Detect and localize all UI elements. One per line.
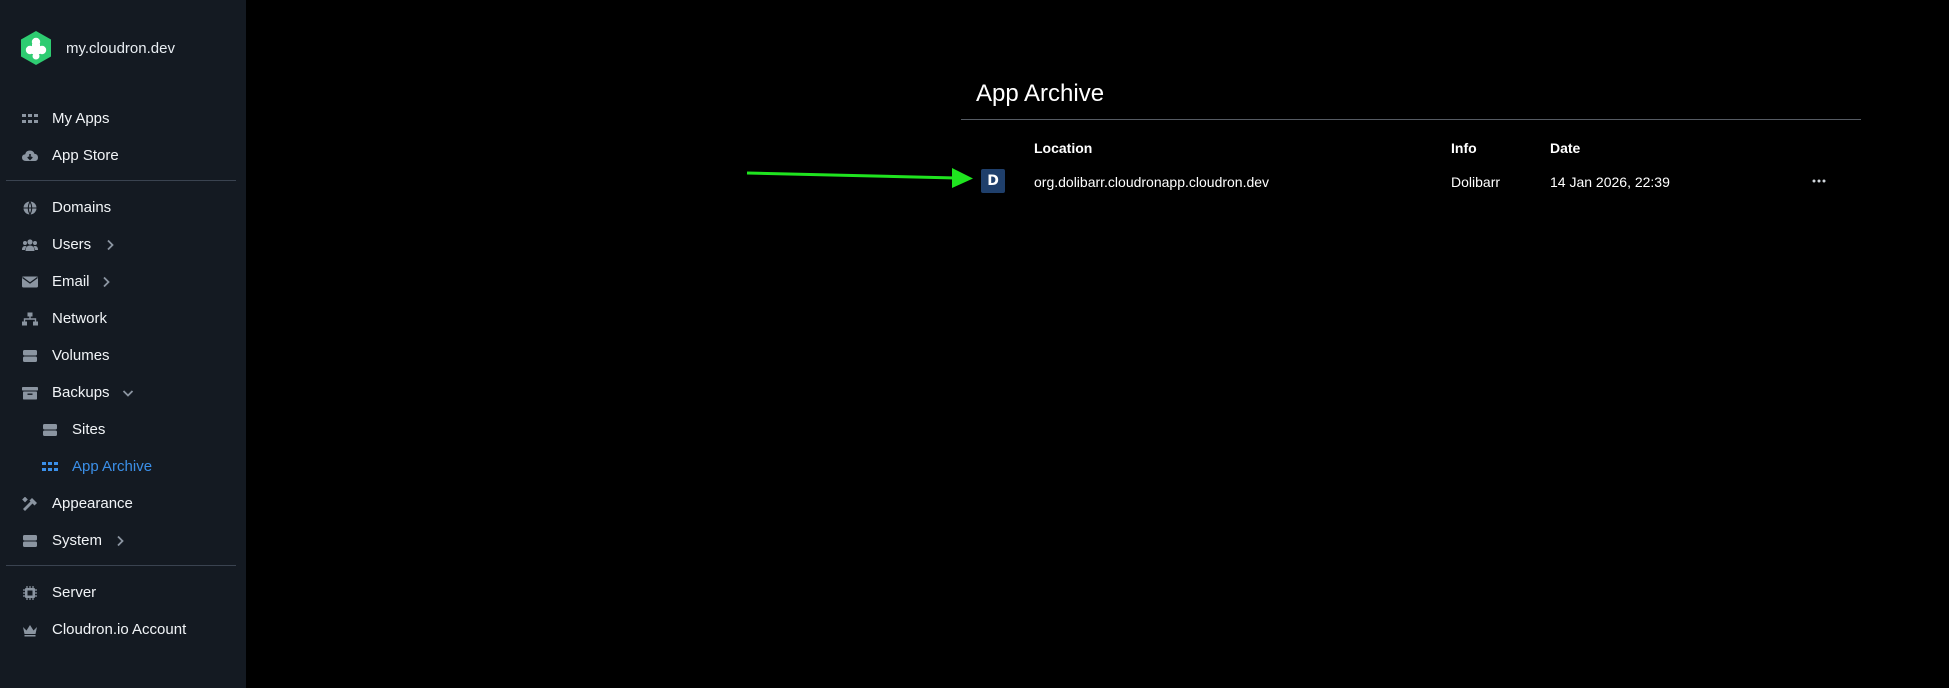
sidebar-divider <box>6 565 236 566</box>
brand-name: my.cloudron.dev <box>66 39 175 57</box>
sidebar-item-system[interactable]: System <box>0 526 246 556</box>
grid-icon <box>42 462 58 471</box>
archive-icon <box>22 387 38 400</box>
sidebar-item-my-apps[interactable]: My Apps <box>0 104 246 134</box>
brand[interactable]: my.cloudron.dev <box>18 30 175 66</box>
chevron-right-icon <box>103 276 110 288</box>
users-icon <box>22 239 38 251</box>
sidebar-item-app-archive[interactable]: App Archive <box>0 452 246 482</box>
network-icon <box>22 312 38 326</box>
database-icon <box>23 350 37 362</box>
chevron-right-icon <box>107 239 114 251</box>
sidebar-item-sites[interactable]: Sites <box>0 415 246 445</box>
sidebar-item-label: My Apps <box>52 110 110 127</box>
sidebar-item-email[interactable]: Email <box>0 267 246 297</box>
sidebar-item-backups[interactable]: Backups <box>0 378 246 408</box>
sidebar-item-server[interactable]: Server <box>0 578 246 608</box>
server-icon <box>23 535 37 547</box>
sidebar-item-cloudron-account[interactable]: Cloudron.io Account <box>0 615 246 645</box>
sidebar-item-label: Appearance <box>52 495 133 512</box>
globe-icon <box>23 201 37 215</box>
envelope-icon <box>22 276 38 288</box>
chevron-down-icon <box>122 390 134 397</box>
sidebar-item-label: App Store <box>52 147 119 164</box>
column-header-date: Date <box>1550 140 1581 156</box>
grid-icon <box>22 114 38 123</box>
app-icon-letter: D <box>987 173 999 189</box>
sidebar-item-network[interactable]: Network <box>0 304 246 334</box>
chevron-right-icon <box>117 535 124 547</box>
row-actions-button[interactable] <box>1808 170 1830 192</box>
paint-icon <box>22 497 37 511</box>
sidebar-item-label: Backups <box>52 384 110 401</box>
row-date: 14 Jan 2026, 22:39 <box>1550 174 1670 190</box>
sidebar-item-app-store[interactable]: App Store <box>0 141 246 171</box>
cloud-download-icon <box>22 150 38 161</box>
dolibarr-app-icon: D <box>981 169 1005 193</box>
page-title: App Archive <box>976 80 1105 107</box>
sidebar-item-label: Sites <box>72 421 106 438</box>
sidebar-item-label: Cloudron.io Account <box>52 621 187 638</box>
annotation-arrow-icon <box>746 168 973 188</box>
more-icon <box>1812 179 1826 183</box>
sidebar-item-label: Domains <box>52 199 112 216</box>
sidebar-item-appearance[interactable]: Appearance <box>0 489 246 519</box>
column-header-info: Info <box>1451 140 1477 156</box>
sidebar-item-domains[interactable]: Domains <box>0 193 246 223</box>
cloudron-logo-icon <box>21 31 51 65</box>
row-location: org.dolibarr.cloudronapp.cloudron.dev <box>1034 174 1270 190</box>
sidebar-item-users[interactable]: Users <box>0 230 246 260</box>
title-divider <box>961 119 1861 120</box>
column-header-location: Location <box>1034 140 1093 156</box>
sidebar-item-label: App Archive <box>72 458 153 475</box>
sidebar-item-label: Volumes <box>52 347 110 364</box>
sidebar-item-volumes[interactable]: Volumes <box>0 341 246 371</box>
sidebar-divider <box>6 180 236 181</box>
sidebar: my.cloudron.dev My Apps App Store Domain… <box>0 0 246 688</box>
sidebar-item-label: System <box>52 532 103 549</box>
server-icon <box>43 424 57 436</box>
row-info: Dolibarr <box>1451 174 1501 190</box>
sidebar-item-label: Users <box>52 236 92 253</box>
chip-icon <box>23 586 37 600</box>
crown-icon <box>23 625 37 637</box>
sidebar-item-label: Email <box>52 273 90 290</box>
sidebar-item-label: Network <box>52 310 108 327</box>
sidebar-item-label: Server <box>52 584 97 601</box>
